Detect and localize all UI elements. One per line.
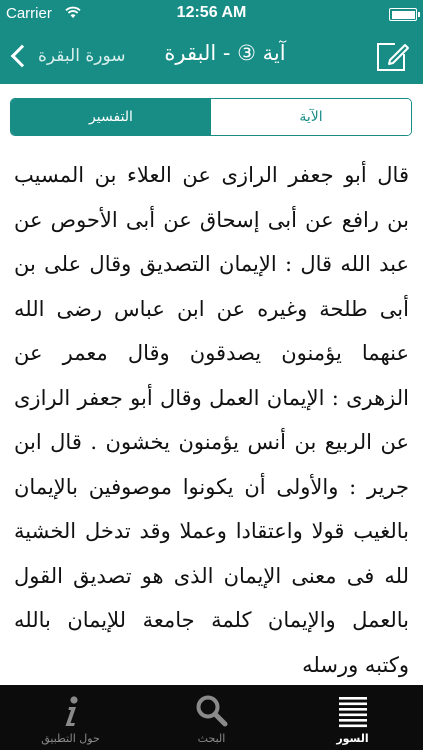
search-icon <box>196 695 227 727</box>
tab-surahs-label: السور <box>336 732 369 745</box>
tab-search-label: البحث <box>197 732 226 745</box>
info-icon <box>65 696 78 726</box>
back-button[interactable]: سورة البقرة <box>8 38 125 74</box>
navigation-bar: سورة البقرة آية ③ - البقرة <box>0 28 423 84</box>
page-title: آية ③ - البقرة <box>164 41 286 65</box>
status-bar: Carrier 12:56 AM <box>0 0 423 28</box>
tab-about[interactable]: حول التطبيق <box>0 685 141 750</box>
tab-about-label: حول التطبيق <box>41 732 100 745</box>
tafsir-text: قال أبو جعفر الرازى عن العلاء بن المسيب … <box>14 163 409 677</box>
compose-icon[interactable] <box>375 39 411 73</box>
segment-ayah[interactable]: الآية <box>211 99 411 135</box>
segmented-control: التفسير الآية <box>10 98 412 136</box>
tab-search[interactable]: البحث <box>141 685 282 750</box>
list-icon <box>338 697 367 728</box>
status-time: 12:56 AM <box>176 4 247 21</box>
back-button-label: سورة البقرة <box>38 46 126 66</box>
tab-bar: حول التطبيق البحث السور <box>0 685 423 750</box>
tab-surahs[interactable]: السور <box>282 685 423 750</box>
chevron-left-icon <box>10 44 34 68</box>
battery-icon <box>389 8 420 21</box>
segment-tafsir[interactable]: التفسير <box>11 99 211 135</box>
